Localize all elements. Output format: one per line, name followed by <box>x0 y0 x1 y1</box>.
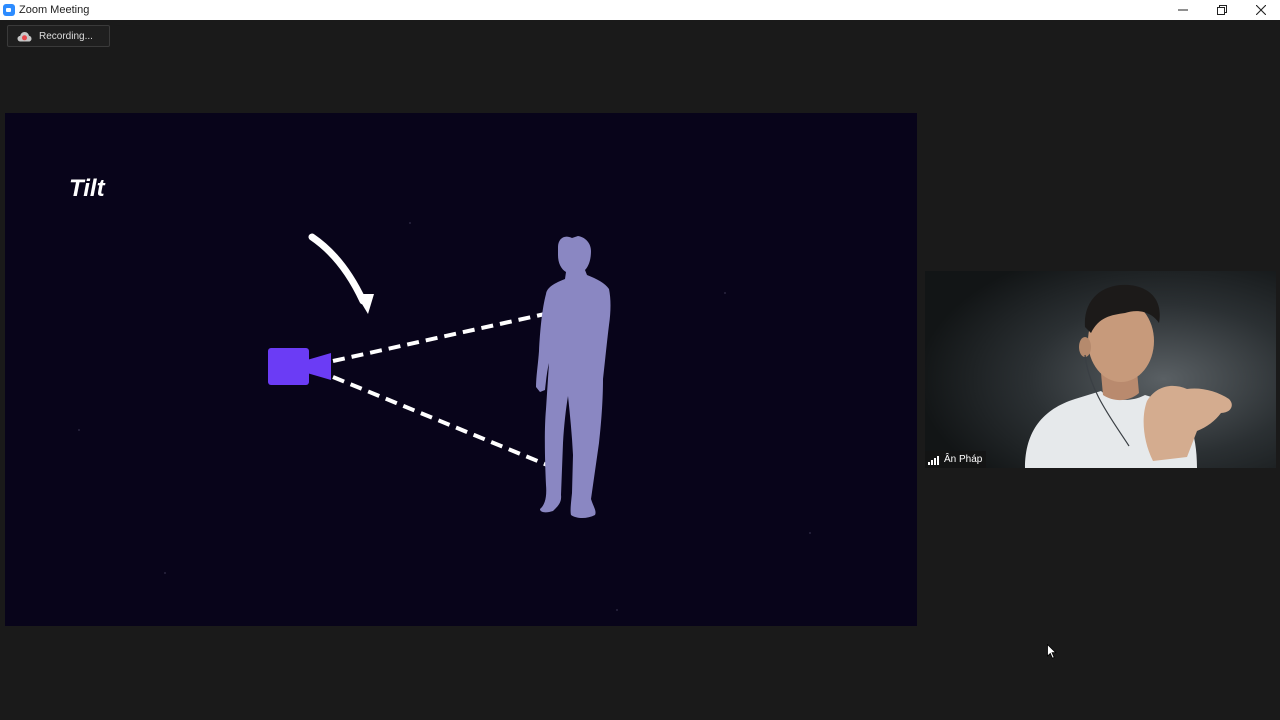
shared-screen: Tilt <box>5 113 917 626</box>
title-bar: Zoom Meeting <box>0 0 1280 20</box>
participant-name-tag: Ân Pháp <box>925 451 987 468</box>
zoom-app-icon <box>3 4 15 16</box>
participant-video <box>925 271 1276 468</box>
participant-video-tile[interactable]: Ân Pháp <box>925 271 1276 468</box>
restore-button[interactable] <box>1202 0 1241 20</box>
minimize-button[interactable] <box>1163 0 1202 20</box>
window-controls <box>1163 0 1280 20</box>
cloud-recording-icon <box>17 31 32 41</box>
mouse-cursor-icon <box>1047 644 1057 659</box>
participant-name: Ân Pháp <box>944 454 983 465</box>
close-button[interactable] <box>1241 0 1280 20</box>
tilt-illustration <box>78 222 811 611</box>
recording-indicator[interactable]: Recording... <box>7 25 110 47</box>
dashed-view-lines <box>332 312 558 471</box>
camera-icon <box>268 348 331 385</box>
minimize-icon <box>1177 9 1188 11</box>
person-silhouette <box>536 236 611 518</box>
signal-strength-icon <box>928 455 939 465</box>
curved-arrow-icon <box>308 233 374 314</box>
restore-icon <box>1216 5 1227 15</box>
window-title: Zoom Meeting <box>19 4 90 16</box>
close-icon <box>1255 5 1266 15</box>
recording-label: Recording... <box>39 30 93 42</box>
